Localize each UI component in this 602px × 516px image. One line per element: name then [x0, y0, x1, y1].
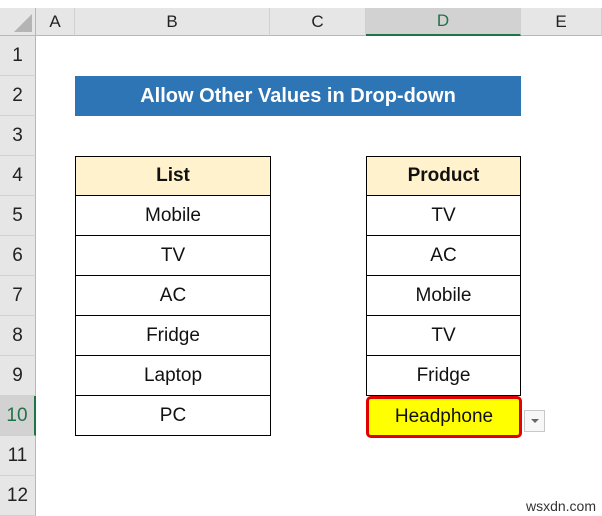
dropdown-button[interactable] [524, 410, 545, 432]
row-header-4[interactable]: 4 [0, 156, 36, 196]
list-item[interactable]: Laptop [75, 356, 271, 396]
top-strip [0, 0, 602, 8]
row-header-7[interactable]: 7 [0, 276, 36, 316]
row-header-5[interactable]: 5 [0, 196, 36, 236]
row-header-6[interactable]: 6 [0, 236, 36, 276]
column-header-a[interactable]: A [36, 8, 75, 36]
row-header-2[interactable]: 2 [0, 76, 36, 116]
list-item[interactable]: PC [75, 396, 271, 436]
row-header-1[interactable]: 1 [0, 36, 36, 76]
row-header-8[interactable]: 8 [0, 316, 36, 356]
list-item[interactable]: Fridge [75, 316, 271, 356]
column-header-e[interactable]: E [521, 8, 602, 36]
column-header-b[interactable]: B [75, 8, 270, 36]
row-header-3[interactable]: 3 [0, 116, 36, 156]
list-item[interactable]: TV [75, 236, 271, 276]
product-item[interactable]: AC [366, 236, 521, 276]
row-header-9[interactable]: 9 [0, 356, 36, 396]
product-header[interactable]: Product [366, 156, 521, 196]
row-header-12[interactable]: 12 [0, 476, 36, 516]
product-item[interactable]: TV [366, 196, 521, 236]
active-cell-d10[interactable]: Headphone [366, 396, 522, 438]
product-item[interactable]: Mobile [366, 276, 521, 316]
row-header-10[interactable]: 10 [0, 396, 36, 436]
list-item[interactable]: Mobile [75, 196, 271, 236]
list-item[interactable]: AC [75, 276, 271, 316]
sheet-title[interactable]: Allow Other Values in Drop-down [75, 76, 521, 116]
product-item[interactable]: TV [366, 316, 521, 356]
watermark: wsxdn.com [525, 498, 596, 514]
product-item[interactable]: Fridge [366, 356, 521, 396]
row-header-11[interactable]: 11 [0, 436, 36, 476]
column-header-c[interactable]: C [270, 8, 366, 36]
select-all-button[interactable] [0, 8, 36, 36]
list-header[interactable]: List [75, 156, 271, 196]
chevron-down-icon [530, 419, 539, 423]
column-header-d[interactable]: D [366, 8, 521, 36]
